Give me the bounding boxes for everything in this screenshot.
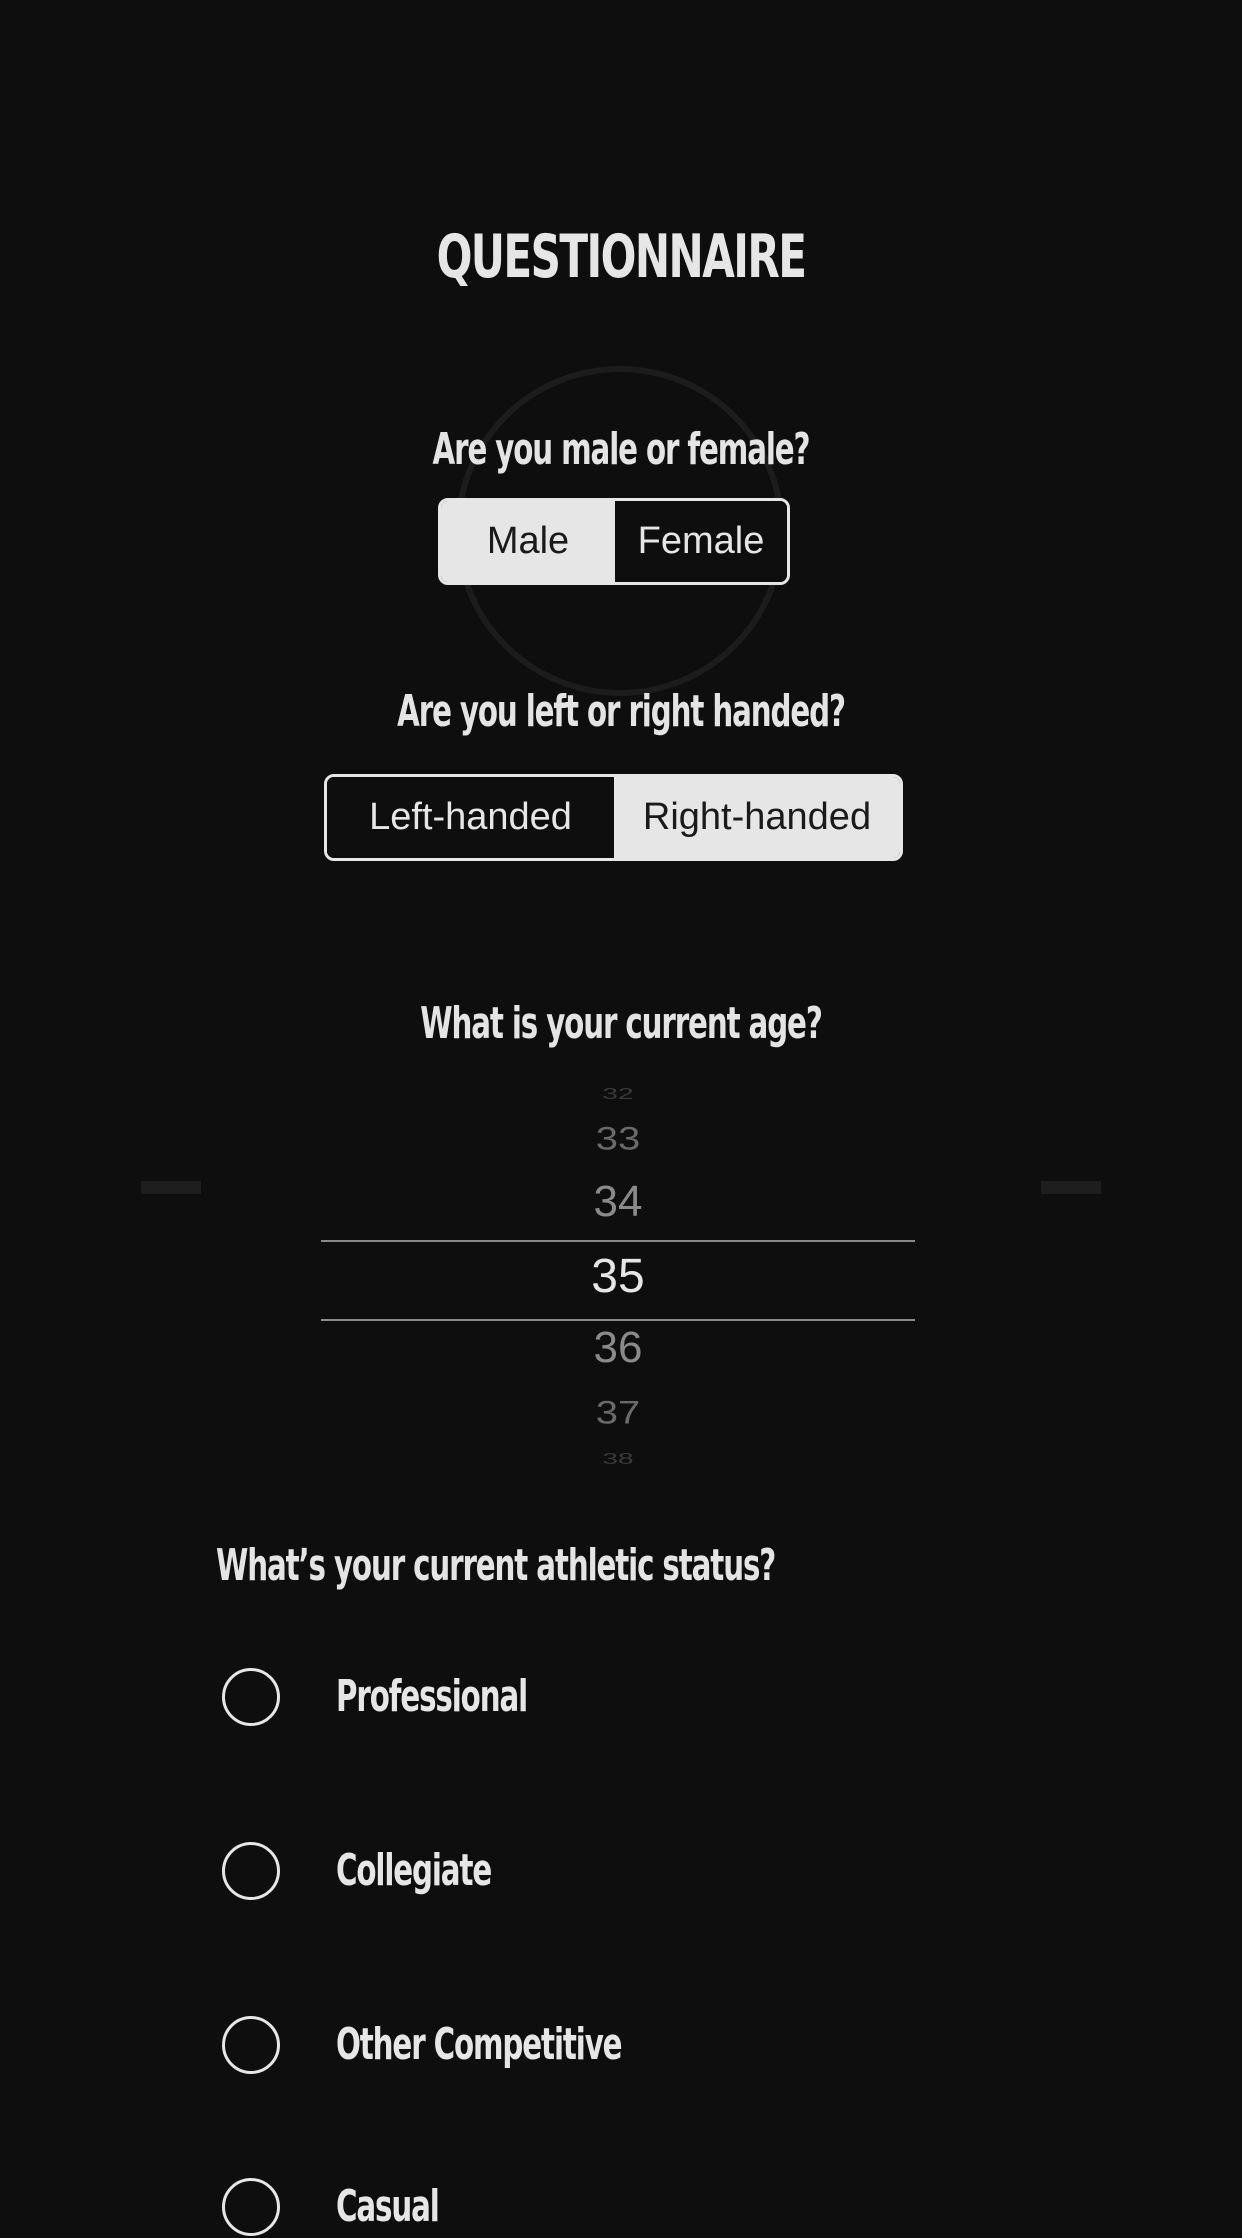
age-question: What is your current age?: [420, 998, 823, 1049]
age-picker-wheel[interactable]: 32 33 34 35 36 37 38: [321, 1075, 915, 1485]
radio-label: Professional: [336, 1671, 528, 1722]
radio-option-other-competitive[interactable]: Other Competitive: [222, 2014, 623, 2076]
radio-button[interactable]: [222, 2016, 280, 2074]
radio-button[interactable]: [222, 2178, 280, 2236]
picker-item: 33: [595, 1121, 641, 1157]
radio-option-collegiate[interactable]: Collegiate: [222, 1840, 492, 1902]
picker-item: 32: [602, 1085, 634, 1103]
radio-button[interactable]: [222, 1842, 280, 1900]
segment-right-handed[interactable]: Right-handed: [614, 777, 900, 858]
gender-segmented-control: Male Female: [438, 498, 790, 585]
handedness-segmented-control: Left-handed Right-handed: [324, 774, 903, 861]
segment-left-handed[interactable]: Left-handed: [327, 777, 614, 858]
picker-selection-top-line: [321, 1240, 915, 1242]
left-dash-decoration: [141, 1181, 201, 1194]
picker-item: 36: [593, 1323, 643, 1372]
radio-label: Casual: [336, 2181, 440, 2232]
gender-question: Are you male or female?: [432, 424, 811, 475]
radio-label: Other Competitive: [336, 2019, 623, 2070]
picker-item: 38: [602, 1450, 634, 1468]
athletic-status-question: What’s your current athletic status?: [216, 1540, 776, 1591]
segment-male[interactable]: Male: [441, 501, 615, 582]
picker-item: 37: [595, 1395, 641, 1431]
picker-selection-bottom-line: [321, 1319, 915, 1321]
handedness-question: Are you left or right handed?: [397, 686, 846, 737]
radio-button[interactable]: [222, 1668, 280, 1726]
picker-selected-item: 35: [591, 1250, 645, 1303]
radio-label: Collegiate: [336, 1845, 492, 1896]
right-dash-decoration: [1041, 1181, 1101, 1194]
segment-female[interactable]: Female: [615, 501, 787, 582]
radio-option-professional[interactable]: Professional: [222, 1666, 528, 1728]
page-title: QUESTIONNAIRE: [436, 222, 807, 292]
radio-option-casual[interactable]: Casual: [222, 2176, 440, 2238]
picker-item: 34: [593, 1177, 643, 1226]
